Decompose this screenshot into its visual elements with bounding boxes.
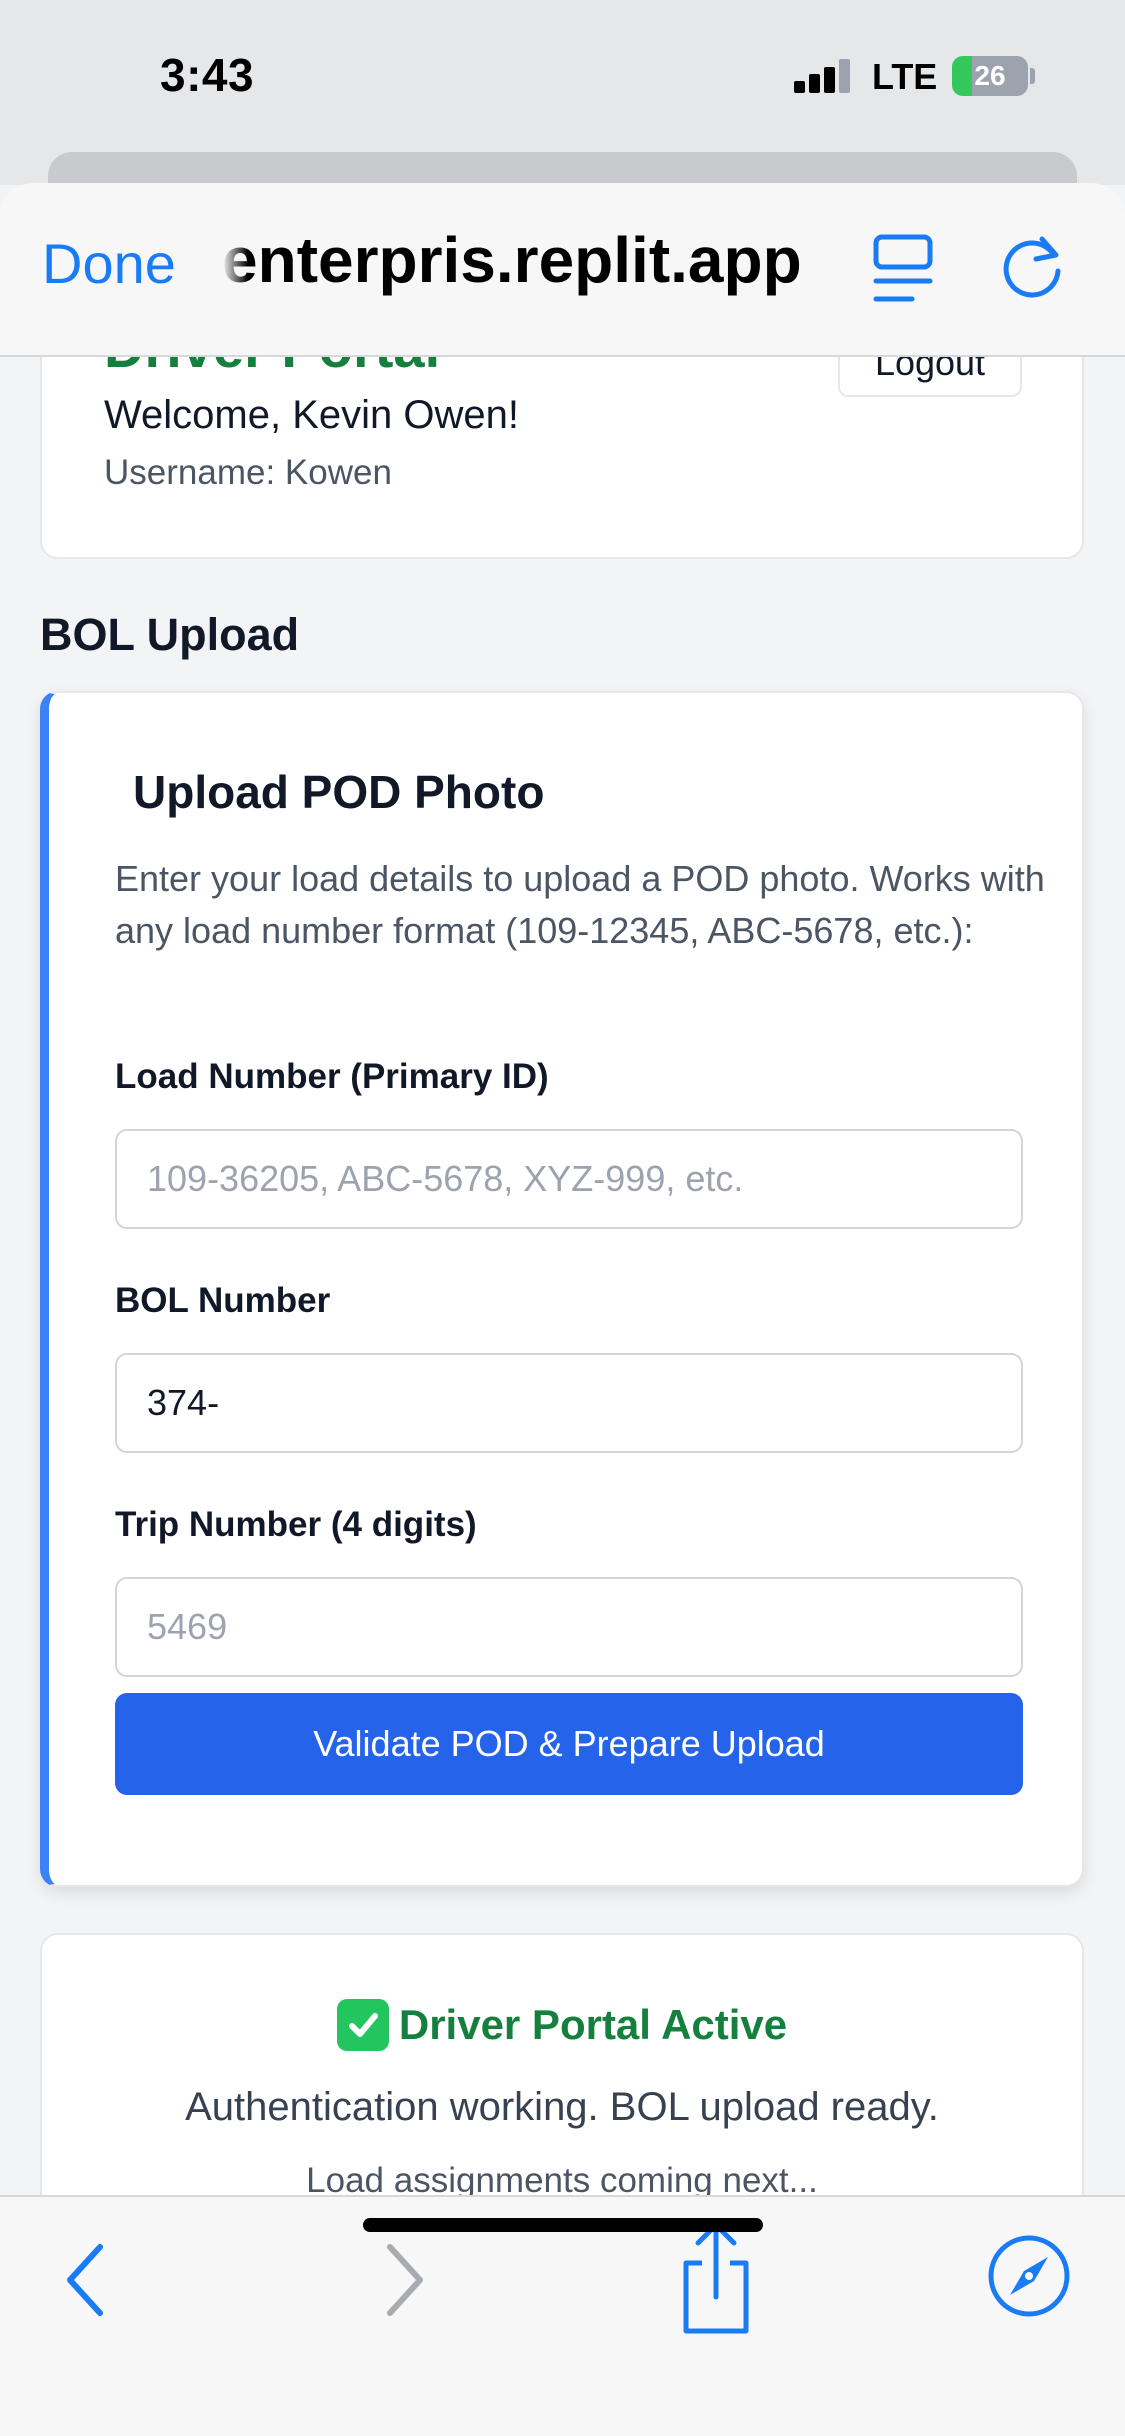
- upload-card-title: Upload POD Photo: [133, 766, 545, 818]
- home-indicator: [363, 2218, 763, 2232]
- browser-header: Done enterpris.replit.app: [0, 183, 1125, 357]
- upload-card: Upload POD Photo Enter your load details…: [40, 691, 1084, 1887]
- battery-level: 26: [974, 60, 1006, 91]
- reload-icon[interactable]: [996, 231, 1068, 303]
- trip-number-label: Trip Number (4 digits): [115, 1505, 477, 1544]
- section-title: BOL Upload: [40, 609, 300, 660]
- logout-button[interactable]: Logout: [838, 357, 1022, 397]
- status-card-title: Driver Portal Active: [42, 1999, 1082, 2051]
- share-icon[interactable]: [676, 2219, 756, 2339]
- status-card: Driver Portal Active Authentication work…: [40, 1933, 1084, 2195]
- done-button[interactable]: Done: [42, 231, 176, 296]
- trip-number-input[interactable]: [115, 1577, 1023, 1677]
- compass-icon[interactable]: [986, 2233, 1072, 2319]
- welcome-card: Driver Portal Logout Welcome, Kevin Owen…: [40, 357, 1084, 559]
- page-content: Driver Portal Logout Welcome, Kevin Owen…: [0, 357, 1125, 2195]
- back-icon[interactable]: [60, 2239, 110, 2321]
- portal-heading: Driver Portal: [104, 357, 440, 380]
- bol-number-label: BOL Number: [115, 1281, 331, 1320]
- status-message: Authentication working. BOL upload ready…: [185, 2085, 939, 2129]
- forward-icon[interactable]: [380, 2239, 430, 2321]
- load-number-input[interactable]: [115, 1129, 1023, 1229]
- username-text: Username: Kowen: [104, 453, 392, 492]
- checkmark-icon: [336, 1999, 389, 2051]
- status-submessage: Load assignments coming next...: [306, 2161, 818, 2195]
- status-title-text: Driver Portal Active: [398, 2001, 788, 2048]
- welcome-text: Welcome, Kevin Owen!: [104, 393, 519, 437]
- status-time: 3:43: [160, 49, 255, 101]
- reader-icon[interactable]: [872, 233, 934, 307]
- battery-icon: 26: [952, 56, 1028, 96]
- bol-number-input[interactable]: [115, 1353, 1023, 1453]
- signal-strength-icon: [794, 59, 850, 93]
- battery-cap: [1030, 68, 1035, 84]
- validate-upload-button[interactable]: Validate POD & Prepare Upload: [115, 1693, 1023, 1795]
- upload-card-description: Enter your load details to upload a POD …: [115, 858, 1045, 951]
- load-number-label: Load Number (Primary ID): [115, 1057, 549, 1096]
- network-label: LTE: [872, 56, 938, 97]
- url-display[interactable]: enterpris.replit.app: [222, 223, 842, 297]
